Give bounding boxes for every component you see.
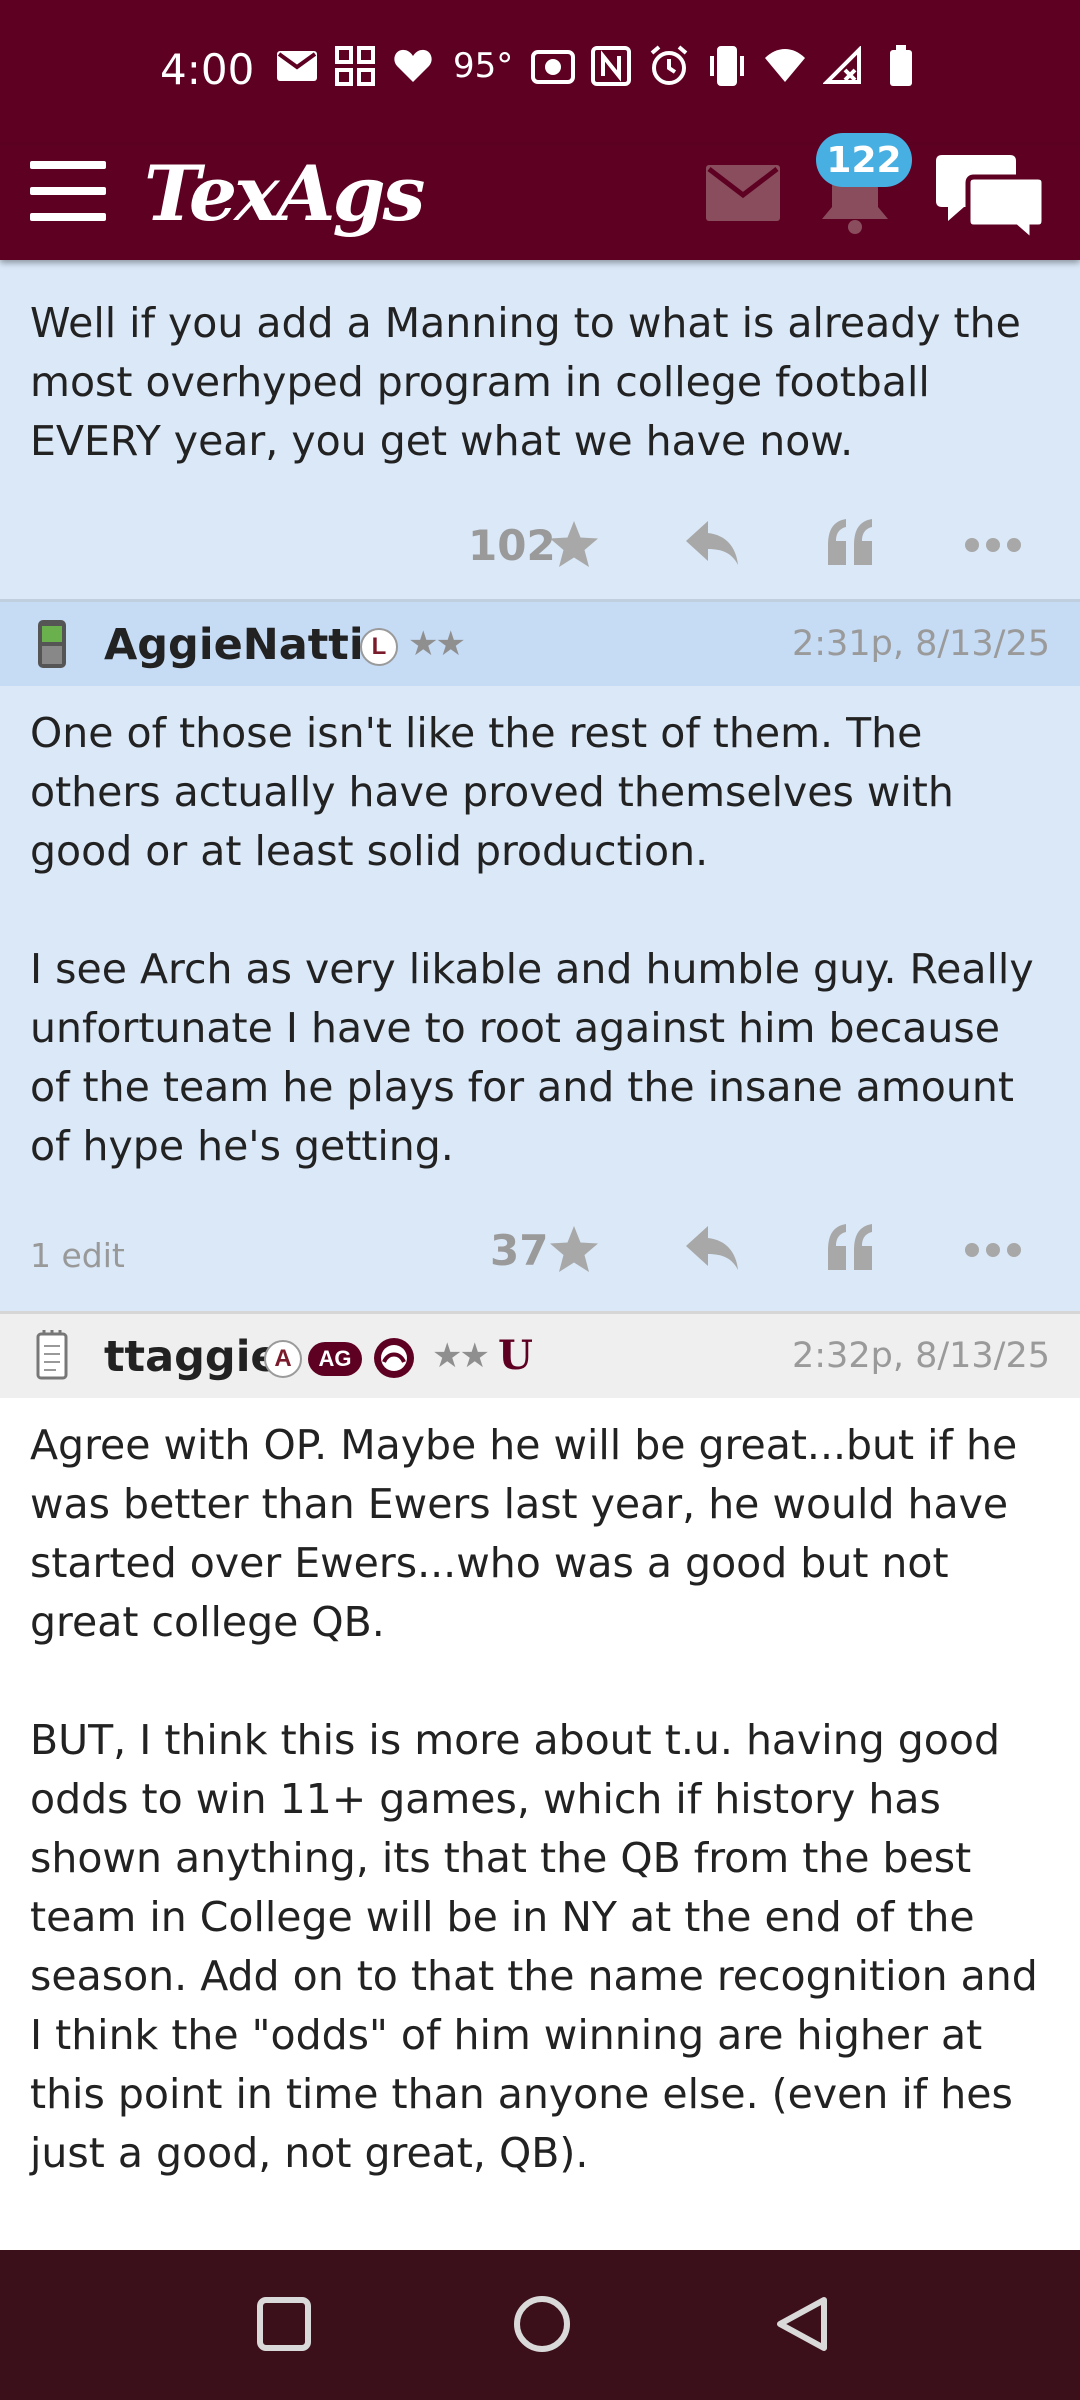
post-actions: 1 edit 37 — [0, 1176, 1080, 1311]
status-bar: 4:00 95° — [0, 0, 1080, 145]
heart-icon — [391, 44, 435, 88]
avatar[interactable] — [32, 618, 72, 670]
post-timestamp[interactable]: 2:31p, 8/13/25 — [792, 624, 1050, 664]
more-button[interactable] — [964, 537, 1022, 553]
envelope-icon — [706, 165, 780, 221]
post-body: One of those isn't like the rest of them… — [30, 709, 1034, 1170]
chat-button[interactable] — [934, 151, 1047, 247]
reply-button[interactable] — [684, 1224, 740, 1274]
recents-square-icon[interactable] — [254, 2294, 314, 2354]
alarm-icon — [647, 44, 691, 88]
chat-bubbles-icon — [936, 155, 1047, 247]
legacy-badge: L — [360, 628, 398, 666]
status-icons: 95° — [275, 44, 923, 88]
a-badge: A — [264, 1340, 302, 1378]
grid-app-icon — [333, 44, 377, 88]
vibrate-icon — [705, 44, 749, 88]
post-header: AggieNattie L ★★ 2:31p, 8/13/25 — [0, 599, 1080, 686]
ag-badge: AG — [308, 1342, 362, 1376]
camera-icon — [531, 44, 576, 88]
post-3: ttaggie A AG ★★ U 2:32p, 8/13/25 Agree w… — [0, 1311, 1080, 2183]
mail-icon — [275, 44, 319, 88]
seal-badge-icon — [374, 1338, 414, 1378]
signal-icon — [821, 44, 865, 88]
post-header: ttaggie A AG ★★ U 2:32p, 8/13/25 — [0, 1311, 1080, 1398]
nfc-icon — [589, 44, 633, 88]
thread-content[interactable]: Well if you add a Manning to what is alr… — [0, 260, 1080, 2250]
more-button[interactable] — [964, 1242, 1022, 1258]
star-button[interactable] — [548, 1224, 600, 1276]
reply-button[interactable] — [684, 519, 740, 569]
post-1: Well if you add a Manning to what is alr… — [0, 260, 1080, 599]
post-2: AggieNattie L ★★ 2:31p, 8/13/25 One of t… — [0, 599, 1080, 1311]
username[interactable]: ttaggie — [104, 1332, 280, 1382]
temperature-text: 95° — [453, 46, 514, 86]
quote-button[interactable] — [824, 515, 876, 571]
avatar[interactable] — [32, 1330, 72, 1382]
rank-stars: ★★ — [408, 625, 466, 663]
battery-icon — [879, 44, 923, 88]
messages-button[interactable] — [706, 165, 780, 221]
u-badge: U — [498, 1332, 533, 1379]
app-logo[interactable]: TexAgs — [144, 149, 425, 238]
star-count: 37 — [490, 1226, 549, 1275]
back-triangle-icon[interactable] — [772, 2294, 832, 2354]
quote-button[interactable] — [824, 1220, 876, 1276]
app-bar: TexAgs 122 — [0, 133, 1080, 260]
rank-stars: ★★ — [432, 1337, 490, 1375]
menu-button[interactable] — [30, 161, 106, 221]
notification-count-badge[interactable]: 122 — [816, 133, 912, 187]
system-nav-bar — [0, 2250, 1080, 2400]
edit-count[interactable]: 1 edit — [30, 1236, 125, 1275]
wifi-icon — [763, 44, 807, 88]
post-actions: 102 — [0, 471, 1080, 599]
post-body: Agree with OP. Maybe he will be great...… — [30, 1421, 1038, 2177]
username[interactable]: AggieNattie — [104, 620, 393, 670]
post-body: Well if you add a Manning to what is alr… — [30, 299, 1034, 465]
star-button[interactable] — [548, 519, 600, 571]
star-count: 102 — [468, 521, 556, 570]
home-circle-icon[interactable] — [512, 2294, 572, 2354]
status-time: 4:00 — [160, 45, 255, 94]
post-timestamp[interactable]: 2:32p, 8/13/25 — [792, 1336, 1050, 1376]
